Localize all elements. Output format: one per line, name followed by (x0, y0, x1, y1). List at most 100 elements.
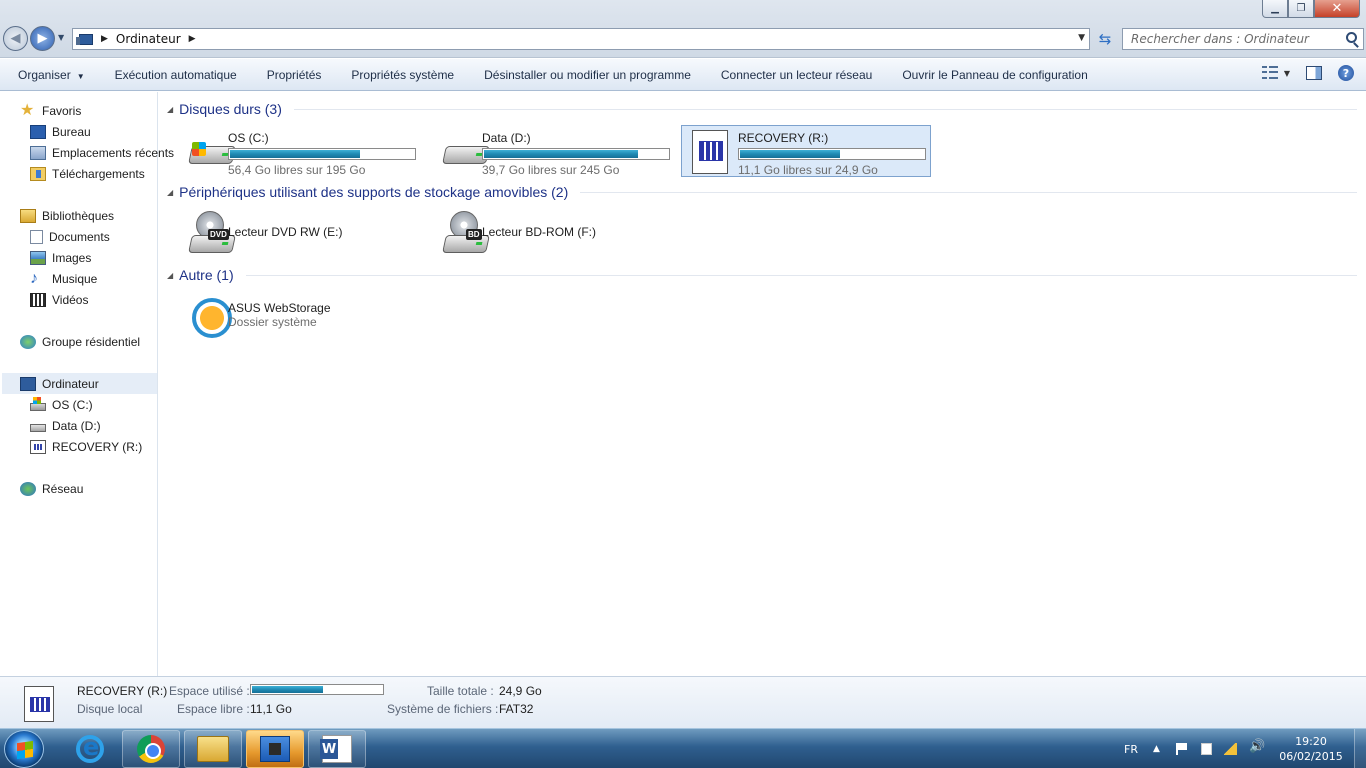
music-icon: ♪ (30, 269, 38, 287)
drive-name: Lecteur DVD RW (E:) (228, 225, 343, 239)
search-box[interactable] (1122, 28, 1364, 50)
nav-computer[interactable]: Ordinateur (2, 373, 157, 394)
collapse-group-icon[interactable]: ◢ (167, 271, 173, 280)
taskbar-word[interactable] (308, 730, 366, 768)
navigation-pane: ★ Favoris Bureau Emplacements récents Té… (0, 92, 174, 676)
refresh-button[interactable]: ⇆ (1093, 28, 1117, 50)
group-header-other[interactable]: ◢ Autre (1) (167, 267, 1357, 283)
nav-favorites[interactable]: ★ Favoris (20, 100, 81, 121)
details-fs-label: Système de fichiers : (387, 702, 499, 716)
nav-label: Vidéos (52, 292, 89, 307)
address-bar[interactable]: ▶ Ordinateur ▶ ▼ (72, 28, 1090, 50)
documents-icon (30, 229, 43, 244)
group-title: Disques durs (3) (179, 101, 282, 117)
system-properties-button[interactable]: Propriétés système (336, 68, 469, 82)
nav-label: RECOVERY (R:) (52, 439, 143, 454)
back-button[interactable]: ◀ (3, 26, 28, 51)
search-icon[interactable] (1346, 32, 1357, 43)
show-desktop-button[interactable] (1354, 729, 1366, 768)
window-titlebar: ▁ ❐ ✕ ◀ ▶ ▼ ▶ Ordinateur ▶ ▼ ⇆ (0, 0, 1366, 58)
uninstall-program-button[interactable]: Désinstaller ou modifier un programme (469, 68, 706, 82)
group-divider (293, 108, 1357, 110)
desktop-icon (30, 124, 46, 139)
nav-item-images[interactable]: Images (30, 247, 91, 268)
nav-item-recovery-drive[interactable]: RECOVERY (R:) (30, 436, 142, 457)
properties-button[interactable]: Propriétés (252, 68, 337, 82)
nav-homegroup[interactable]: Groupe résidentiel (20, 331, 140, 352)
nav-item-music[interactable]: ♪ Musique (30, 268, 97, 289)
drive-tile-os[interactable]: OS (C:) 56,4 Go libres sur 195 Go (172, 126, 422, 178)
group-header-hard-drives[interactable]: ◢ Disques durs (3) (167, 101, 1357, 117)
nav-item-documents[interactable]: Documents (30, 226, 110, 247)
drive-tile-recovery[interactable]: RECOVERY (R:) 11,1 Go libres sur 24,9 Go (681, 125, 931, 177)
network-status-icon[interactable] (1224, 743, 1237, 755)
item-asus-webstorage[interactable]: ASUS WebStorage Dossier système (172, 292, 422, 344)
minimize-button[interactable]: ▁ (1262, 0, 1288, 18)
nav-libraries[interactable]: Bibliothèques (20, 205, 114, 226)
nav-item-data-drive[interactable]: Data (D:) (30, 415, 101, 436)
details-pane: RECOVERY (R:) Disque local Espace utilis… (0, 676, 1366, 728)
action-center-flag-icon[interactable] (1176, 743, 1187, 755)
drive-usage-bar (228, 148, 416, 160)
command-bar: Organiser ▼ Exécution automatique Proprié… (0, 59, 1366, 91)
address-history-dropdown-icon[interactable]: ▼ (1078, 33, 1085, 43)
star-icon: ★ (20, 101, 35, 119)
open-control-panel-button[interactable]: Ouvrir le Panneau de configuration (887, 68, 1102, 82)
details-free-value: 11,1 Go (250, 702, 292, 716)
collapse-group-icon[interactable]: ◢ (167, 188, 173, 197)
nav-network[interactable]: Réseau (20, 478, 83, 499)
drive-name: Data (D:) (482, 131, 531, 145)
maximize-button[interactable]: ❐ (1288, 0, 1314, 18)
nav-label: Ordinateur (42, 376, 99, 391)
breadcrumb-separator-icon[interactable]: ▶ (189, 34, 196, 44)
nav-label: Téléchargements (52, 166, 145, 181)
chrome-icon (137, 735, 165, 763)
forward-button[interactable]: ▶ (30, 26, 55, 51)
nav-label: Emplacements récents (52, 145, 175, 160)
language-indicator[interactable]: FR (1124, 729, 1138, 768)
search-input[interactable] (1131, 32, 1336, 46)
breadcrumb-separator-icon[interactable]: ▶ (101, 34, 108, 44)
drive-tile-dvd[interactable]: DVD Lecteur DVD RW (E:) (172, 209, 422, 261)
show-hidden-icons-icon[interactable]: ▲ (1153, 729, 1160, 768)
drive-tile-bd[interactable]: BD Lecteur BD-ROM (F:) (426, 209, 676, 261)
pictures-icon (30, 250, 46, 265)
drive-name: OS (C:) (228, 131, 269, 145)
taskbar-chrome[interactable] (122, 730, 180, 768)
recent-pages-dropdown[interactable]: ▼ (58, 33, 64, 42)
preview-pane-icon[interactable] (1306, 66, 1322, 80)
change-view-icon[interactable] (1261, 66, 1278, 80)
details-total-label: Taille totale : (427, 684, 494, 698)
map-network-drive-button[interactable]: Connecter un lecteur réseau (706, 68, 887, 82)
taskbar-ie[interactable] (61, 730, 119, 768)
window-controls: ▁ ❐ ✕ (1262, 0, 1360, 18)
taskbar-explorer[interactable] (184, 730, 242, 768)
nav-item-videos[interactable]: Vidéos (30, 289, 88, 310)
clock[interactable]: 19:20 06/02/2015 (1276, 734, 1346, 764)
drive-tile-data[interactable]: Data (D:) 39,7 Go libres sur 245 Go (426, 126, 676, 178)
group-header-removable[interactable]: ◢ Périphériques utilisant des supports d… (167, 184, 1357, 200)
nav-label: Bibliothèques (42, 208, 115, 223)
view-options-dropdown-icon[interactable]: ▼ (1284, 69, 1290, 78)
nav-label: Groupe résidentiel (42, 334, 141, 349)
autoplay-button[interactable]: Exécution automatique (100, 68, 252, 82)
collapse-group-icon[interactable]: ◢ (167, 105, 173, 114)
start-button[interactable] (4, 730, 44, 768)
details-used-label: Espace utilisé : (169, 684, 250, 698)
word-icon (320, 735, 352, 763)
nav-item-desktop[interactable]: Bureau (30, 121, 91, 142)
taskbar-store[interactable] (246, 730, 304, 768)
homegroup-icon (20, 334, 36, 349)
details-usage-bar (250, 684, 384, 695)
nav-item-recent-places[interactable]: Emplacements récents (30, 142, 174, 163)
organize-button[interactable]: Organiser ▼ (0, 68, 100, 82)
close-button[interactable]: ✕ (1314, 0, 1360, 18)
battery-icon[interactable] (1201, 743, 1212, 755)
breadcrumb-ordinateur[interactable]: Ordinateur (116, 32, 181, 46)
help-icon[interactable]: ? (1338, 65, 1354, 81)
volume-icon[interactable]: 🔊 (1249, 739, 1265, 754)
nav-item-downloads[interactable]: Téléchargements (30, 163, 145, 184)
nav-item-os-drive[interactable]: OS (C:) (30, 394, 93, 415)
drive-usage-bar (738, 148, 926, 160)
drive-name: Lecteur BD-ROM (F:) (482, 225, 597, 239)
